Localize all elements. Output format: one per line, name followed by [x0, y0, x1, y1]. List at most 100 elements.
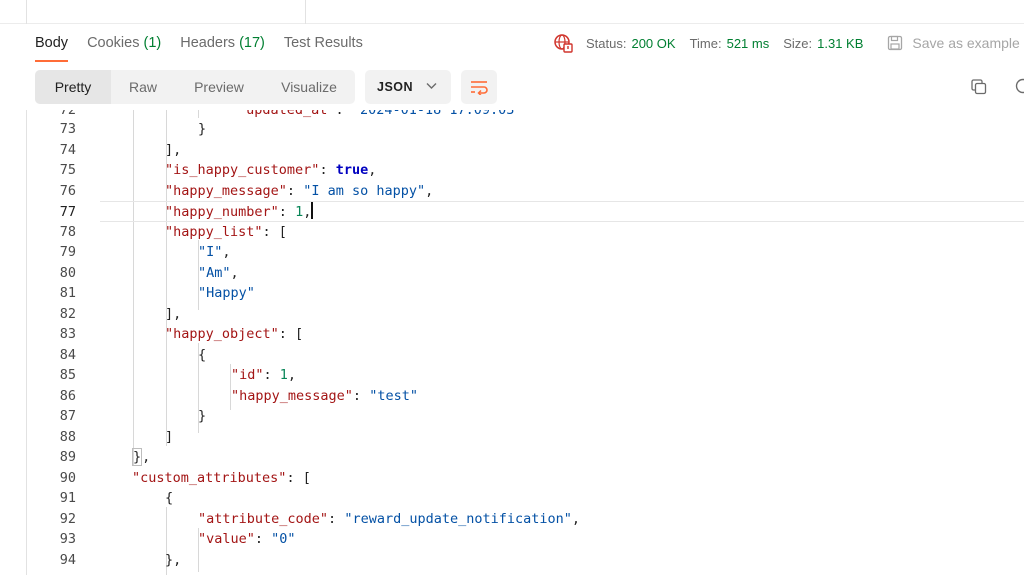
code-line: 88] — [26, 427, 1024, 448]
line-number: 91 — [59, 490, 76, 506]
view-visualize[interactable]: Visualize — [263, 70, 355, 104]
code-line: 83 "happy_object": [ — [26, 324, 1024, 345]
code-line: 87} — [26, 406, 1024, 427]
save-icon — [888, 35, 903, 51]
save-as-example-button[interactable]: Save as example — [887, 35, 1020, 51]
wrap-lines-icon — [471, 81, 488, 95]
response-meta: Status: 200 OK Time: 521 ms Size: 1.31 K… — [553, 24, 1020, 62]
code-line: 79 "I", — [26, 242, 1024, 263]
code-line: 94}, — [26, 550, 1024, 571]
line-number: 79 — [59, 244, 76, 260]
code-line: 86 "happy_message": "test" — [26, 386, 1024, 407]
size-label: Size: — [783, 35, 813, 51]
code-line: 82], — [26, 304, 1024, 325]
tab-body[interactable]: Body — [35, 24, 69, 62]
time-value[interactable]: 521 ms — [727, 36, 770, 51]
line-content: "custom_attributes": [ — [132, 469, 311, 486]
copy-icon[interactable] — [970, 78, 988, 96]
line-content: ] — [165, 428, 174, 445]
status-label: Status: — [586, 35, 627, 51]
code-line: 91 { — [26, 488, 1024, 509]
code-line: 73} — [26, 119, 1024, 140]
tab-headers-label: Headers — [180, 35, 236, 51]
line-number: 87 — [59, 408, 76, 424]
line-number: 85 — [59, 367, 76, 383]
line-content: "attribute_code": "reward_update_notific… — [198, 510, 581, 527]
pane-divider[interactable] — [305, 0, 306, 24]
line-content: ], — [165, 141, 182, 158]
line-content: "is_happy_customer": true, — [165, 162, 377, 178]
line-number: 81 — [59, 285, 76, 301]
format-dropdown[interactable]: JSON — [365, 70, 451, 104]
top-strip — [0, 0, 1024, 24]
view-mode-selector: Pretty Raw Preview Visualize — [35, 70, 355, 104]
body-toolbar: Pretty Raw Preview Visualize JSON — [35, 70, 1024, 104]
line-number: 94 — [59, 551, 76, 568]
tab-cookies-label: Cookies — [87, 35, 140, 51]
code-line: 80 "Am", — [26, 263, 1024, 284]
status-value[interactable]: 200 OK — [631, 36, 675, 51]
code-line: 92 "attribute_code": "reward_update_notif… — [26, 509, 1024, 530]
tab-test-results-label: Test Results — [283, 35, 363, 51]
line-number: 88 — [59, 428, 76, 445]
line-content: "happy_object": [ — [165, 326, 304, 342]
line-content: ], — [165, 305, 182, 322]
line-number: 75 — [59, 162, 76, 178]
line-number: 92 — [59, 510, 76, 527]
line-number: 76 — [59, 182, 76, 199]
search-icon[interactable] — [1013, 77, 1024, 97]
code-line: 78 "happy_list": [ — [26, 222, 1024, 243]
line-content: "happy_message": "I am so happy", — [165, 182, 434, 199]
view-preview[interactable]: Preview — [175, 70, 263, 104]
line-content: } — [198, 121, 207, 137]
text-cursor — [311, 202, 313, 219]
line-content: }, — [132, 448, 151, 466]
code-line: 89}, — [26, 447, 1024, 468]
response-body-editor[interactable]: 72 "updated_at": "2024-01-18 17:09:03" 73… — [26, 110, 1024, 575]
line-number: 93 — [59, 531, 76, 547]
line-number: 77 — [59, 204, 76, 220]
tab-body-label: Body — [35, 35, 69, 51]
tab-headers[interactable]: Headers (17) — [180, 24, 265, 62]
line-number: 73 — [59, 121, 76, 137]
line-number: 89 — [59, 449, 76, 465]
size-value[interactable]: 1.31 KB — [817, 36, 863, 51]
line-content: "happy_list": [ — [165, 223, 287, 240]
line-content: "I", — [198, 244, 231, 260]
tab-cookies-count: (1) — [143, 35, 162, 51]
code-line-current: 77 "happy_number": 1, — [60, 201, 1024, 222]
code-line: 90 "custom_attributes": [ — [26, 468, 1024, 489]
line-number: 84 — [59, 346, 76, 363]
code-line: 93 "value": "0" — [26, 529, 1024, 550]
line-content: }, — [165, 551, 182, 568]
line-number: 74 — [59, 141, 76, 158]
save-as-example-label: Save as example — [912, 35, 1020, 51]
line-number: 82 — [59, 305, 76, 322]
tab-test-results[interactable]: Test Results — [284, 24, 363, 62]
line-content: "Am", — [198, 264, 239, 281]
code-line: 81 "Happy" — [26, 283, 1024, 304]
wrap-lines-button[interactable] — [461, 70, 497, 104]
code-line: 85 "id": 1, — [26, 365, 1024, 386]
globe-warning-icon[interactable] — [553, 33, 573, 53]
code-line: 76 "happy_message": "I am so happy", — [26, 181, 1024, 202]
line-content: "happy_number": 1, — [165, 202, 313, 220]
time-label: Time: — [689, 35, 722, 51]
line-content: "id": 1, — [231, 367, 297, 383]
line-number: 83 — [59, 326, 76, 342]
line-number: 86 — [59, 387, 76, 404]
pane-border — [26, 0, 27, 24]
line-content: { — [198, 346, 207, 363]
view-pretty[interactable]: Pretty — [35, 70, 111, 104]
tab-cookies[interactable]: Cookies (1) — [87, 24, 161, 62]
view-raw[interactable]: Raw — [111, 70, 175, 104]
code-line: 84 { — [26, 345, 1024, 366]
tab-headers-count: (17) — [239, 35, 265, 51]
code-line: 74], — [26, 140, 1024, 161]
chevron-down-icon — [426, 83, 437, 89]
line-content: { — [165, 490, 174, 506]
response-tabs: Body Cookies (1) Headers (17) Test Resul… — [35, 24, 382, 62]
line-content: "happy_message": "test" — [231, 387, 418, 404]
line-content: "value": "0" — [198, 531, 296, 547]
line-content: } — [198, 408, 207, 424]
